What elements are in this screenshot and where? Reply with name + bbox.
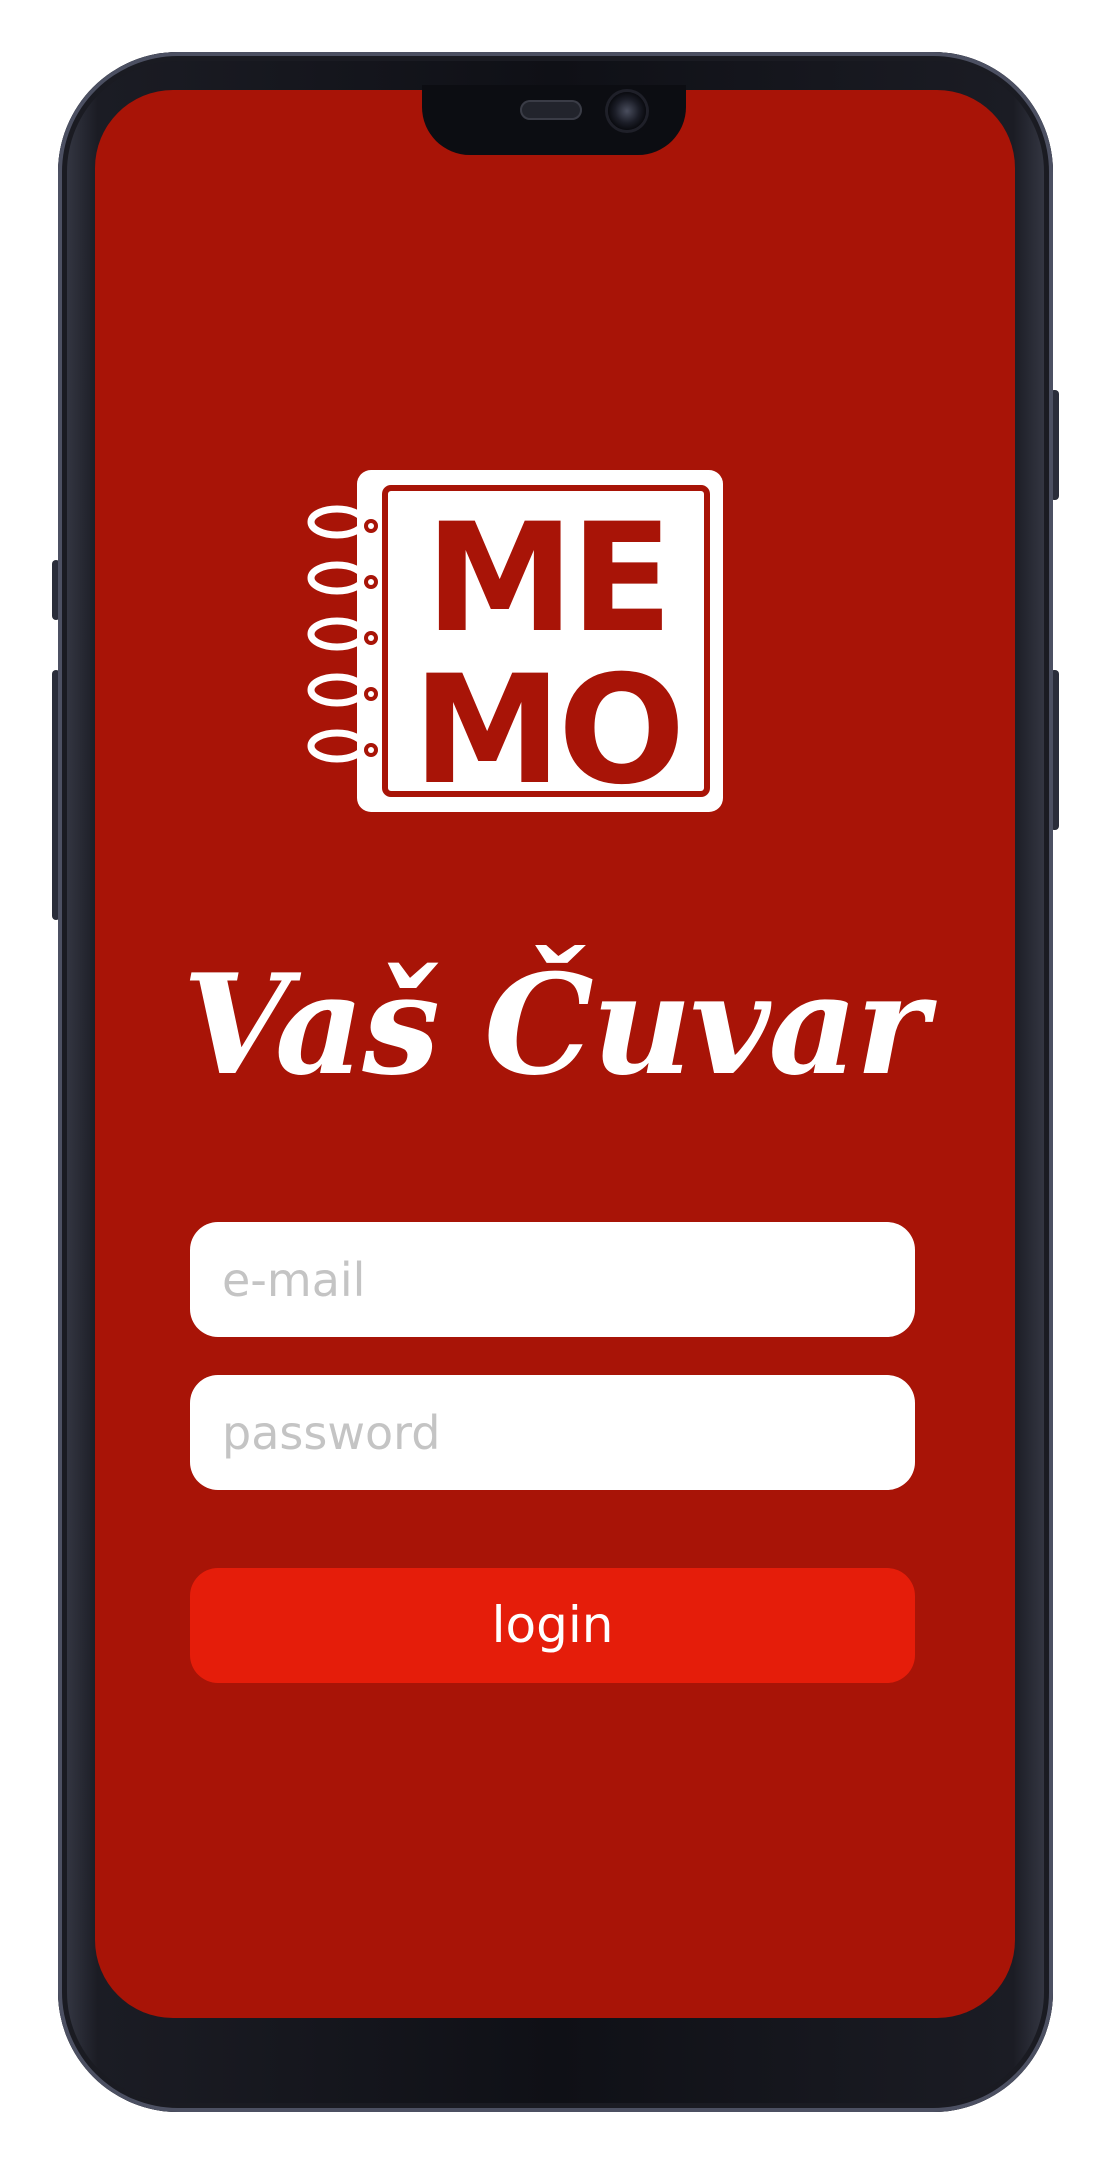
phone-mockup: ME MO Vaš Čuvar login <box>0 0 1109 2164</box>
logo-text-bottom: MO <box>413 644 682 812</box>
password-input[interactable] <box>190 1375 915 1490</box>
memo-logo: ME MO <box>307 470 723 812</box>
email-input[interactable] <box>190 1222 915 1337</box>
logo-text-top: ME <box>425 492 669 666</box>
front-camera <box>608 92 646 130</box>
phone-notch <box>422 85 686 155</box>
earpiece-speaker <box>520 100 582 120</box>
login-button[interactable]: login <box>190 1568 915 1683</box>
app-tagline: Vaš Čuvar <box>182 943 928 1106</box>
